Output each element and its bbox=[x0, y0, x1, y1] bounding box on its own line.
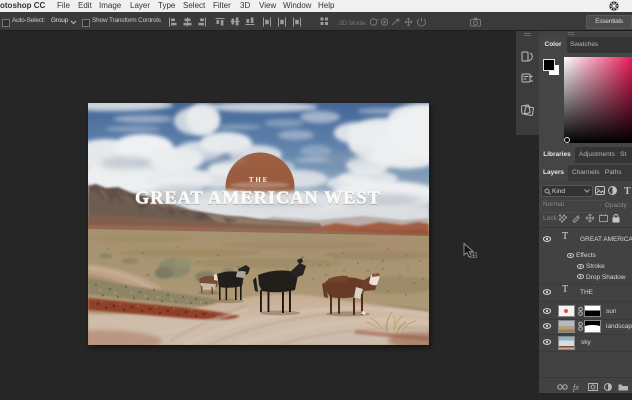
svg-text:3D Mode:: 3D Mode: bbox=[339, 20, 367, 27]
svg-text:T: T bbox=[624, 186, 631, 196]
svg-text:THE: THE bbox=[249, 176, 269, 184]
svg-text:GREAT AMERICAN WEST: GREAT AMERICAN WEST bbox=[135, 188, 381, 208]
svg-text:fx: fx bbox=[573, 383, 579, 392]
